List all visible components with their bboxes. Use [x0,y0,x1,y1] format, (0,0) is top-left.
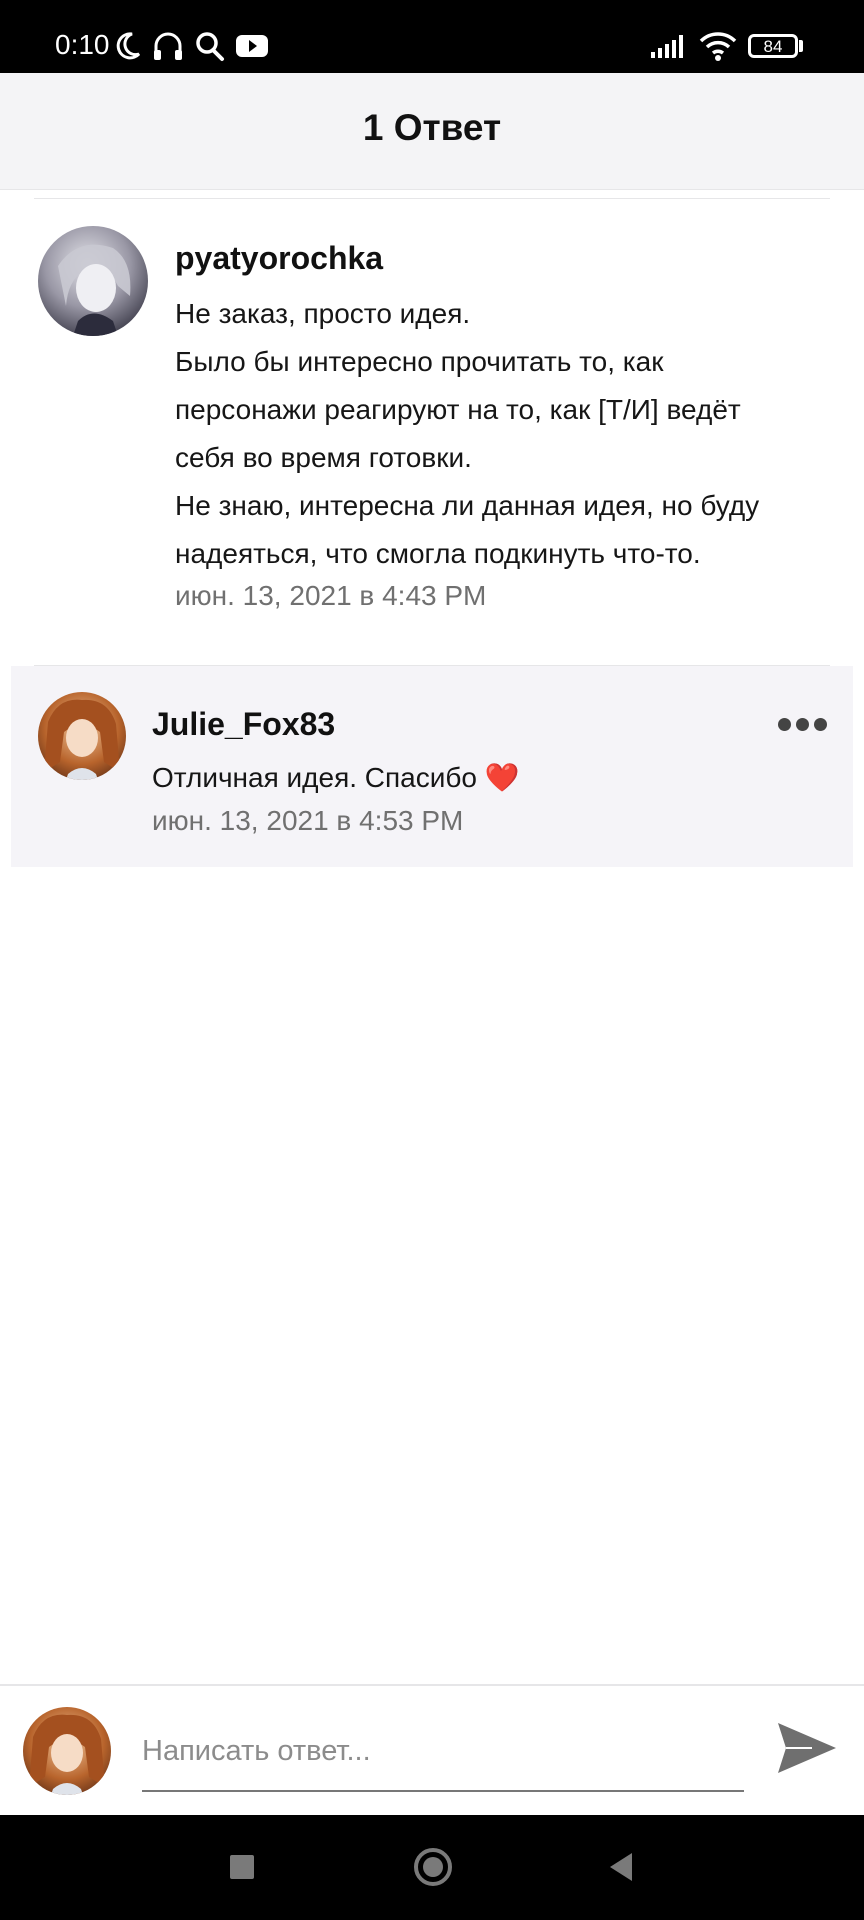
back-icon[interactable] [600,1845,644,1889]
comment-line: Было бы интересно прочитать то, как [175,346,664,377]
search-icon [196,32,224,61]
divider [34,198,830,199]
wifi-icon [699,32,737,61]
reply-author[interactable]: Julie_Fox83 [152,704,335,744]
comment-line: себя во время готовки. [175,442,472,473]
send-icon[interactable] [772,1713,842,1783]
comment-line: надеяться, что смогла подкинуть что-то. [175,538,701,569]
comment-line: Не знаю, интересна ли данная идея, но бу… [175,490,760,521]
reply-text: Отличная идея. Спасибо ❤️ [152,762,520,793]
status-time: 0:10 [55,29,110,60]
comment-line: Не заказ, просто идея. [175,298,471,329]
battery-cap [799,40,803,52]
moon-icon [116,32,141,60]
reply-timestamp: июн. 13, 2021 в 4:53 PM [152,805,464,836]
battery-level: 84 [763,37,783,56]
more-options-icon[interactable] [770,706,830,742]
reply-input[interactable] [142,1720,744,1792]
comment-author[interactable]: pyatyorochka [175,238,383,278]
page-title: 1 Ответ [362,107,502,148]
battery-icon: 84 [748,34,798,58]
comment-line: персонажи реагируют на то, как [Т/И] вед… [175,394,741,425]
recents-icon[interactable] [220,1845,264,1889]
avatar[interactable] [38,692,126,780]
divider [34,665,830,666]
avatar [23,1707,111,1795]
comment-text: Не заказ, просто идея. Было бы интересно… [175,290,855,578]
youtube-icon [236,35,268,57]
avatar[interactable] [38,226,148,336]
app-header: 1 Ответ [0,73,864,190]
status-bar: 0:10 84 [0,0,864,73]
comment-timestamp: июн. 13, 2021 в 4:43 PM [175,580,487,611]
headphones-icon [154,32,182,60]
home-icon[interactable] [411,1845,455,1889]
signal-icon [651,35,683,58]
